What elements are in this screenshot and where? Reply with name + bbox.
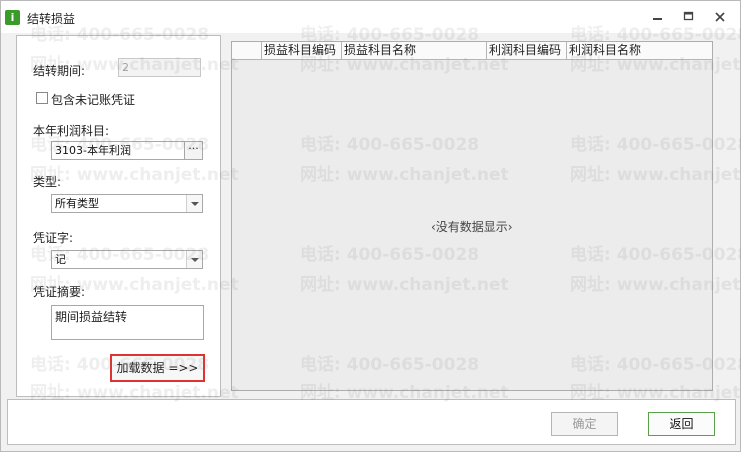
type-label: 类型: <box>33 175 62 189</box>
options-panel: 结转期间: 2 包含未记账凭证 本年利润科目: 3103-本年利润 ··· 类型… <box>16 35 221 397</box>
profit-account-label: 本年利润科目: <box>33 124 110 138</box>
column-header[interactable]: 损益科目编码 <box>262 42 342 59</box>
transfer-profit-loss-dialog: i 结转损益 结转期间: 2 包含未记账凭证 本年利润科目: 3103-本年利润… <box>0 0 741 452</box>
summary-label: 凭证摘要: <box>33 285 86 299</box>
period-field: 2 <box>118 58 201 77</box>
column-header[interactable]: 利润科目编码 <box>487 42 567 59</box>
minimize-icon[interactable] <box>647 9 669 25</box>
column-header[interactable]: 损益科目名称 <box>342 42 487 59</box>
summary-textarea[interactable]: 期间损益结转 <box>51 305 204 340</box>
include-unposted-checkbox[interactable] <box>36 92 48 104</box>
back-button[interactable]: 返回 <box>648 412 715 436</box>
ok-button[interactable]: 确定 <box>551 412 618 436</box>
title-bar: i 结转损益 <box>1 1 740 33</box>
load-data-button[interactable]: 加载数据 =>> <box>110 354 205 382</box>
app-icon: i <box>5 10 20 25</box>
footer-bar: 确定 返回 <box>7 399 736 445</box>
row-indicator-header <box>232 42 262 59</box>
profit-account-field[interactable]: 3103-本年利润 <box>51 141 185 160</box>
maximize-icon[interactable] <box>678 9 700 25</box>
type-select-value: 所有类型 <box>55 197 99 210</box>
grid-header: 损益科目编码 损益科目名称 利润科目编码 利润科目名称 <box>232 42 712 60</box>
window-title: 结转损益 <box>27 12 76 26</box>
ellipsis-icon[interactable]: ··· <box>184 141 203 160</box>
dropdown-arrow-icon[interactable] <box>186 195 202 212</box>
voucher-word-value: 记 <box>55 253 66 266</box>
period-label: 结转期间: <box>33 64 86 78</box>
data-grid[interactable]: 损益科目编码 损益科目名称 利润科目编码 利润科目名称 ‹没有数据显示› <box>231 41 713 391</box>
type-select[interactable]: 所有类型 <box>51 194 203 213</box>
close-icon[interactable] <box>709 9 731 25</box>
dropdown-arrow-icon[interactable] <box>186 251 202 268</box>
voucher-word-select[interactable]: 记 <box>51 250 203 269</box>
include-unposted-label[interactable]: 包含未记账凭证 <box>51 91 135 108</box>
column-header[interactable]: 利润科目名称 <box>567 42 712 59</box>
voucher-word-label: 凭证字: <box>33 231 74 245</box>
empty-message: ‹没有数据显示› <box>431 220 513 234</box>
